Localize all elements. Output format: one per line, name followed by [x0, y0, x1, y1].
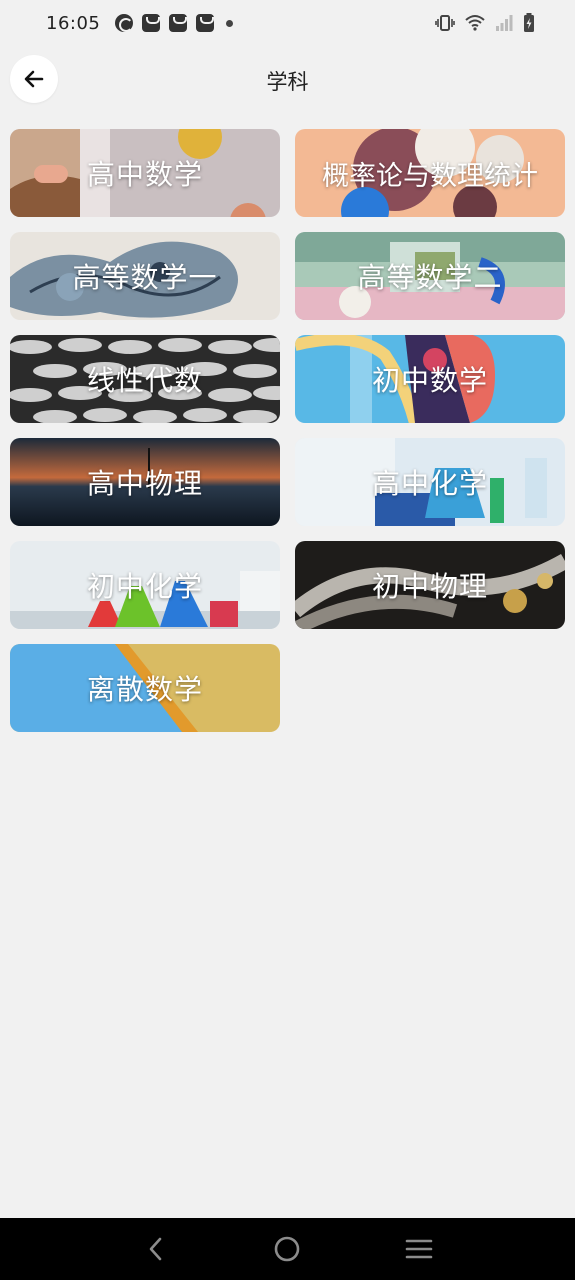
- subject-label: 线性代数: [86, 364, 203, 397]
- system-nav-bar: [0, 1218, 575, 1280]
- subject-label: 高中化学: [371, 467, 488, 500]
- signal-icon: [496, 15, 513, 31]
- subject-label: 高中数学: [86, 158, 203, 191]
- nav-home-button[interactable]: [267, 1229, 307, 1269]
- header: 学科: [0, 52, 575, 108]
- bag-icon: [196, 14, 215, 32]
- subject-card[interactable]: 初中数学: [295, 335, 565, 423]
- subject-card[interactable]: 高等数学一: [10, 232, 280, 320]
- nav-home-icon: [275, 1236, 300, 1262]
- status-bar: 16:05: [0, 0, 575, 46]
- more-dot-icon: [226, 19, 234, 27]
- subject-card[interactable]: 初中化学: [10, 541, 280, 629]
- page-title: 学科: [266, 70, 309, 94]
- subject-label: 高中物理: [86, 467, 203, 500]
- subject-card[interactable]: 高中物理: [10, 438, 280, 526]
- subject-card[interactable]: 高中化学: [295, 438, 565, 526]
- subject-grid: 高中数学 概率论与数理统计 高等数学一 高等数学二 线性代数 初中数学 高中物理…: [10, 129, 565, 732]
- battery-charging-icon: [524, 13, 534, 32]
- bag-icon: [169, 14, 188, 32]
- subject-card[interactable]: 离散数学: [10, 644, 280, 732]
- screen: 16:05 学科 高中数学 概率论与数理统计 高等数学一 高等数学二 线性代数 …: [0, 0, 575, 1280]
- subject-label: 高等数学二: [357, 261, 503, 294]
- nav-back-button[interactable]: [136, 1229, 176, 1269]
- subject-card[interactable]: 高中数学: [10, 129, 280, 217]
- nav-menu-icon: [405, 1239, 433, 1259]
- subject-label: 高等数学一: [72, 261, 218, 294]
- status-right: [435, 13, 535, 33]
- subject-label: 概率论与数理统计: [322, 160, 538, 192]
- bag-icon: [142, 14, 161, 32]
- vibrate-icon: [435, 15, 455, 31]
- subject-card[interactable]: 概率论与数理统计: [295, 129, 565, 217]
- speed-icon: [115, 14, 134, 32]
- nav-back-icon: [149, 1237, 162, 1261]
- status-left: 16:05: [46, 12, 234, 34]
- subject-card[interactable]: 线性代数: [10, 335, 280, 423]
- subject-card[interactable]: 初中物理: [295, 541, 565, 629]
- subject-label: 初中数学: [371, 364, 488, 397]
- subject-card[interactable]: 高等数学二: [295, 232, 565, 320]
- status-time: 16:05: [46, 12, 101, 34]
- subject-label: 初中物理: [371, 570, 488, 603]
- subject-label: 初中化学: [86, 570, 203, 603]
- wifi-icon: [465, 15, 485, 31]
- subject-label: 离散数学: [86, 673, 203, 706]
- nav-menu-button[interactable]: [399, 1229, 439, 1269]
